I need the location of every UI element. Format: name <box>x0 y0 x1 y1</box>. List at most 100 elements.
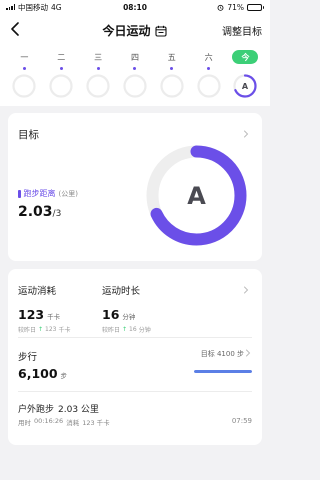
calories-compare: 较昨日 ↑ 123 千卡 <box>18 325 71 334</box>
status-bar: 中国移动 4G 08:10 71% <box>0 0 270 14</box>
adjust-goal-button[interactable]: 调整目标 <box>222 23 262 38</box>
chevron-right-icon[interactable] <box>242 286 250 294</box>
calories-unit: 千卡 <box>47 313 61 321</box>
duration-label: 运动时长 <box>102 286 141 297</box>
goal-card[interactable]: 目标 跑步距离 (公里) 2.03/3 A <box>8 113 262 261</box>
calendar-icon <box>155 25 167 37</box>
steps-value-row: 6,100 步 <box>18 366 67 381</box>
battery-icon <box>247 3 264 11</box>
day-label: 三 <box>94 52 103 62</box>
duration-unit: 分钟 <box>122 313 136 321</box>
calories-label: 运动消耗 <box>18 286 57 297</box>
run-time: 07:59 <box>231 417 252 425</box>
network-type: 4G <box>51 2 62 12</box>
run-cal: 123 千卡 <box>82 419 110 427</box>
duration-compare: 较昨日 ↑ 16 分钟 <box>102 325 151 334</box>
day-progress-ring <box>12 74 37 98</box>
goal-target: /3 <box>52 209 62 219</box>
chevron-right-icon[interactable] <box>244 349 252 357</box>
day-item[interactable]: 今A <box>229 44 261 106</box>
day-progress-ring <box>197 74 221 98</box>
day-item[interactable]: 一 <box>8 44 40 106</box>
duration-value: 16 <box>102 307 120 322</box>
day-item[interactable]: 二 <box>45 44 77 106</box>
calories-compare-label: 较昨日 <box>18 327 37 334</box>
steps-progress-fill <box>194 370 252 373</box>
goal-grade: A <box>187 182 206 210</box>
calories-compare-unit: 千卡 <box>58 327 71 334</box>
day-progress-ring <box>160 74 184 98</box>
day-label: 今 <box>232 50 259 64</box>
day-ring-track <box>86 74 110 98</box>
day-item[interactable]: 五 <box>156 44 188 106</box>
day-ring-track <box>12 74 37 98</box>
run-duration-label: 用时 <box>18 419 31 427</box>
metric-indicator <box>18 189 21 198</box>
day-item[interactable]: 六 <box>193 44 225 106</box>
duration-compare-unit: 分钟 <box>138 327 151 334</box>
day-ring-track <box>160 74 184 98</box>
steps-goal: 目标 4100 步 <box>200 350 244 358</box>
day-dot <box>96 67 100 70</box>
goal-metric-unit: (公里) <box>58 189 78 198</box>
day-progress-ring <box>123 74 147 98</box>
day-label: 一 <box>20 52 29 62</box>
duration-stat[interactable]: 运动时长 16 分钟 较昨日 ↑ 16 分钟 <box>102 283 151 334</box>
calories-stat[interactable]: 运动消耗 123 千卡 较昨日 ↑ 123 千卡 <box>18 283 71 334</box>
calories-value: 123 <box>18 307 45 322</box>
run-distance: 2.03 公里 <box>58 405 99 415</box>
run-duration: 00:16:26 <box>34 417 64 425</box>
divider <box>18 391 252 392</box>
day-ring-track <box>49 74 73 98</box>
week-selector: 一二三四五六今A <box>0 44 270 106</box>
day-dot <box>170 67 174 70</box>
day-label: 六 <box>204 52 213 62</box>
carrier: 中国移动 <box>18 2 48 12</box>
run-type: 户外跑步 <box>18 405 55 415</box>
divider <box>18 337 252 338</box>
day-progress-ring <box>86 74 110 98</box>
run-meta: 用时 00:16:26 消耗 123 千卡 <box>18 417 110 427</box>
steps-value: 6,100 <box>18 366 58 381</box>
nav-bar: 今日运动 调整目标 <box>0 14 270 44</box>
steps-label: 步行 <box>18 352 38 363</box>
duration-value-row: 16 分钟 <box>102 307 151 322</box>
day-grade: A <box>242 82 249 91</box>
day-ring-track <box>123 74 147 98</box>
day-progress-ring: A <box>233 74 258 98</box>
goal-metric-label: 跑步距离 <box>23 189 56 198</box>
run-cal-label: 消耗 <box>66 419 80 427</box>
day-label: 四 <box>130 52 139 62</box>
arrow-up-icon: ↑ <box>122 326 128 333</box>
calories-value-row: 123 千卡 <box>18 307 71 322</box>
day-progress-ring <box>49 74 73 98</box>
run-record[interactable]: 户外跑步 2.03 公里 <box>18 402 99 415</box>
day-label: 二 <box>57 52 66 62</box>
alarm-icon <box>217 4 224 11</box>
day-dot <box>59 67 63 70</box>
chevron-right-icon <box>244 130 249 138</box>
status-left: 中国移动 4G <box>6 2 62 13</box>
day-item[interactable]: 四 <box>119 44 151 106</box>
goal-progress-ring: A <box>146 145 247 246</box>
day-item[interactable]: 三 <box>82 44 114 106</box>
duration-compare-value: 16 <box>129 326 137 333</box>
stats-card: 运动消耗 123 千卡 较昨日 ↑ 123 千卡 运动时长 16 分钟 较昨日 … <box>8 269 262 445</box>
goal-current: 2.03 <box>18 204 53 220</box>
day-label: 五 <box>167 52 176 62</box>
steps-unit: 步 <box>60 372 68 380</box>
goal-value: 2.03/3 <box>18 204 61 220</box>
day-ring-track <box>197 74 221 98</box>
day-dot <box>207 67 211 70</box>
status-right: 71% <box>217 3 264 12</box>
signal-icon <box>6 4 15 10</box>
calories-compare-value: 123 <box>45 326 57 333</box>
day-dot <box>22 67 26 70</box>
calendar-button[interactable] <box>155 24 168 37</box>
day-dot <box>133 67 137 70</box>
duration-compare-label: 较昨日 <box>102 327 121 334</box>
steps-progress-bar <box>194 370 252 373</box>
arrow-up-icon: ↑ <box>38 326 44 333</box>
page-title: 今日运动 <box>102 24 151 38</box>
goal-metric: 跑步距离 (公里) <box>18 188 78 199</box>
